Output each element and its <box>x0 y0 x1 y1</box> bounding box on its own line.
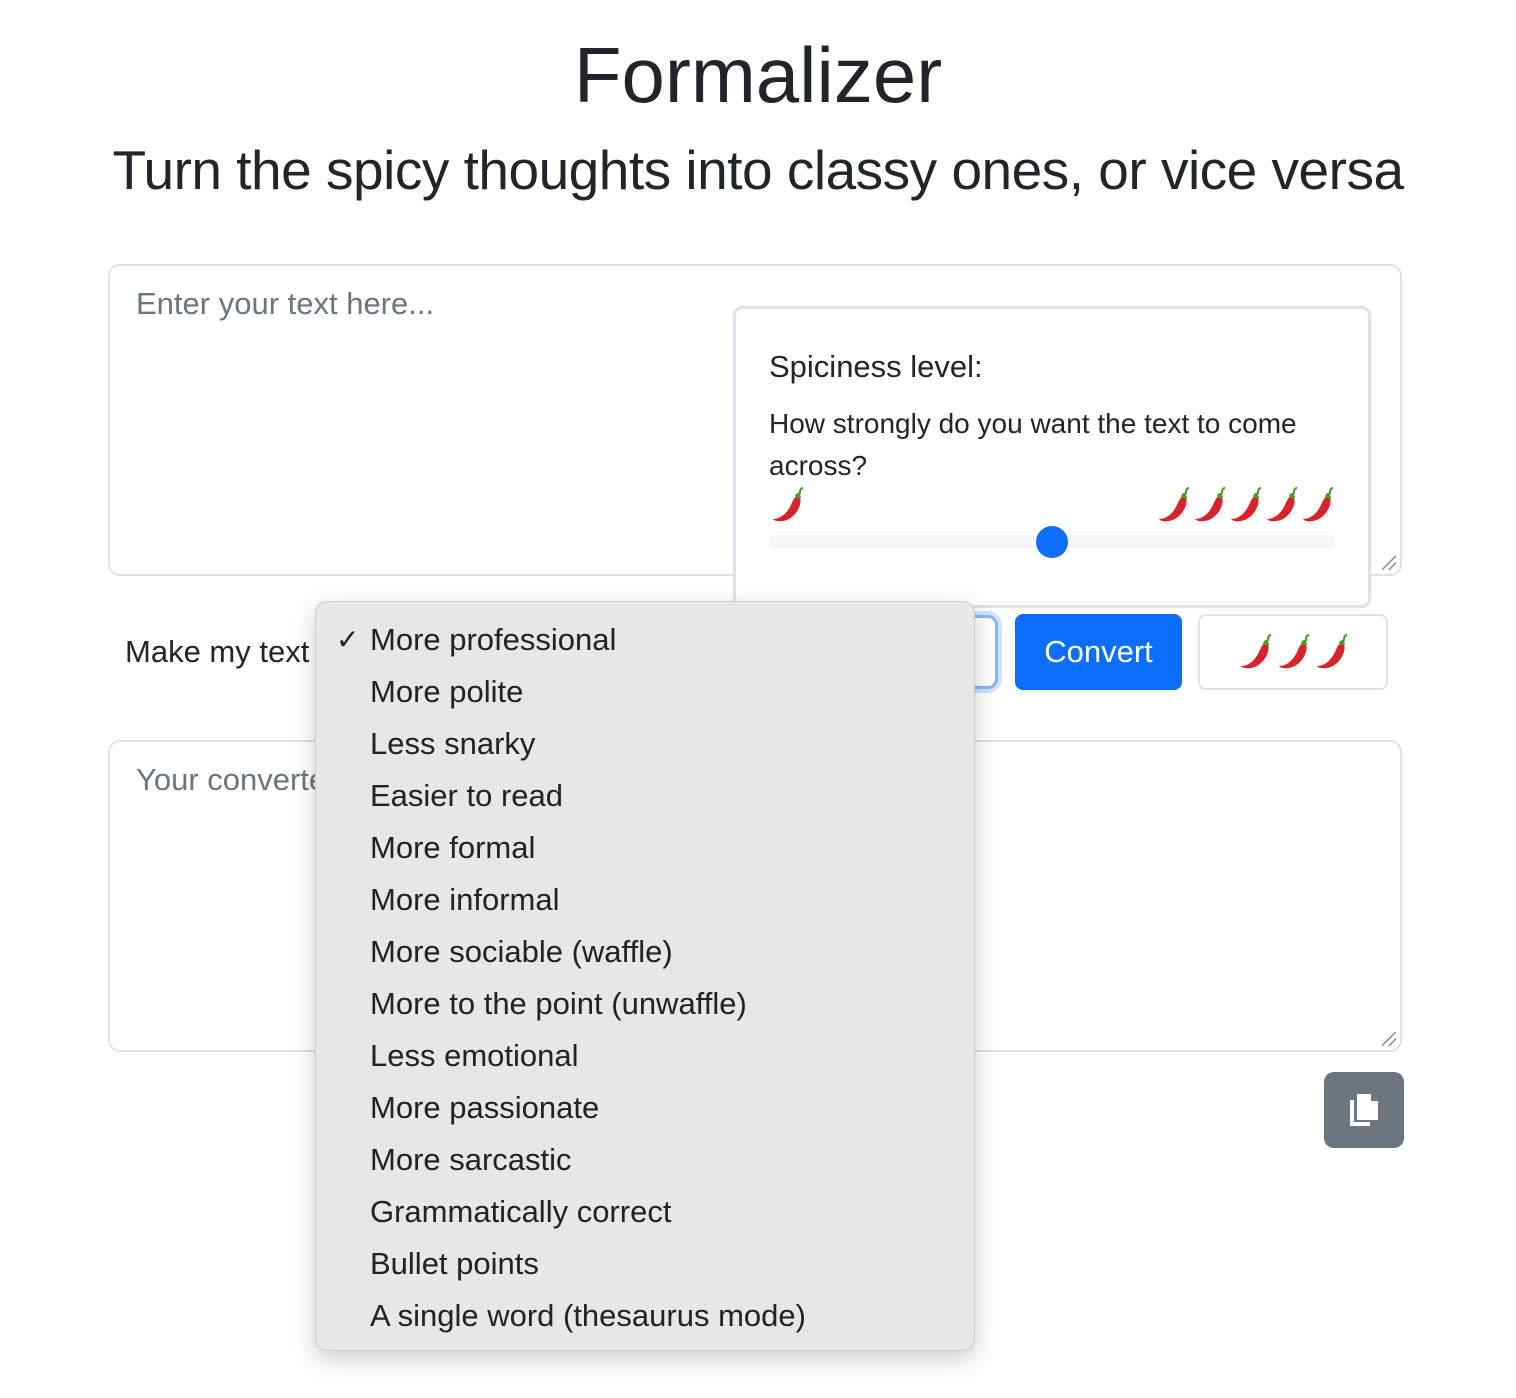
spiciness-slider[interactable] <box>769 526 1335 558</box>
dropdown-option[interactable]: A single word (thesaurus mode) <box>316 1290 974 1342</box>
chili-icon <box>1267 487 1298 522</box>
option-label: More informal <box>370 882 560 917</box>
dropdown-option[interactable]: Less emotional <box>316 1030 974 1082</box>
chili-icon <box>1231 487 1262 522</box>
dropdown-option[interactable]: More to the point (unwaffle) <box>316 978 974 1030</box>
slider-thumb[interactable] <box>1036 526 1068 558</box>
spiciness-question: How strongly do you want the text to com… <box>769 408 1297 481</box>
page-title: Formalizer <box>573 31 943 119</box>
spiciness-title: Spiciness level: <box>769 349 983 384</box>
option-label: A single word (thesaurus mode) <box>370 1298 806 1333</box>
option-label: More professional <box>370 622 617 657</box>
page-subtitle: Turn the spicy thoughts into classy ones… <box>112 139 1404 201</box>
dropdown-option[interactable]: Easier to read <box>316 770 974 822</box>
spiciness-popover: Spiciness level: How strongly do you wan… <box>733 306 1371 608</box>
copy-icon <box>1350 1094 1378 1126</box>
chili-icon <box>1195 487 1226 522</box>
option-label: More sociable (waffle) <box>370 934 673 969</box>
option-label: Easier to read <box>370 778 563 813</box>
chili-min-icon <box>769 487 805 523</box>
dropdown-option[interactable]: Bullet points <box>316 1238 974 1290</box>
dropdown-option[interactable]: More informal <box>316 874 974 926</box>
chili-icon <box>773 487 804 522</box>
spice-level-button[interactable] <box>1198 614 1388 690</box>
dropdown-option[interactable]: Grammatically correct <box>316 1186 974 1238</box>
dropdown-option[interactable]: More polite <box>316 666 974 718</box>
option-label: Less emotional <box>370 1038 579 1073</box>
chili-icon <box>1159 487 1190 522</box>
option-label: More to the point (unwaffle) <box>370 986 747 1021</box>
option-label: Bullet points <box>370 1246 539 1281</box>
resize-handle[interactable] <box>1382 556 1396 570</box>
dropdown-option[interactable]: More formal <box>316 822 974 874</box>
dropdown-option[interactable]: Less snarky <box>316 718 974 770</box>
chili-icon <box>1317 634 1348 669</box>
make-text-label: Make my text <box>125 634 310 669</box>
option-label: More passionate <box>370 1090 600 1125</box>
option-label: Less snarky <box>370 726 536 761</box>
copy-button[interactable] <box>1324 1072 1404 1148</box>
dropdown-option[interactable]: More sarcastic <box>316 1134 974 1186</box>
convert-button[interactable]: Convert <box>1015 614 1182 690</box>
option-label: More formal <box>370 830 536 865</box>
chili-icon <box>1303 487 1334 522</box>
resize-handle[interactable] <box>1382 1032 1396 1046</box>
dropdown-option[interactable]: More passionate <box>316 1082 974 1134</box>
dropdown-option[interactable]: More sociable (waffle) <box>316 926 974 978</box>
option-label: More polite <box>370 674 524 709</box>
tone-dropdown-menu: ✓ More professional More polite Less snarky… <box>315 601 975 1351</box>
option-label: More sarcastic <box>370 1142 572 1177</box>
chili-icon <box>1241 634 1272 669</box>
checkmark-icon: ✓ <box>336 624 360 655</box>
chili-max-icon <box>1155 487 1335 523</box>
chili-icon <box>1279 634 1310 669</box>
option-label: Grammatically correct <box>370 1194 672 1229</box>
dropdown-option[interactable]: ✓ More professional <box>316 614 974 666</box>
input-placeholder: Enter your text here... <box>136 286 435 321</box>
